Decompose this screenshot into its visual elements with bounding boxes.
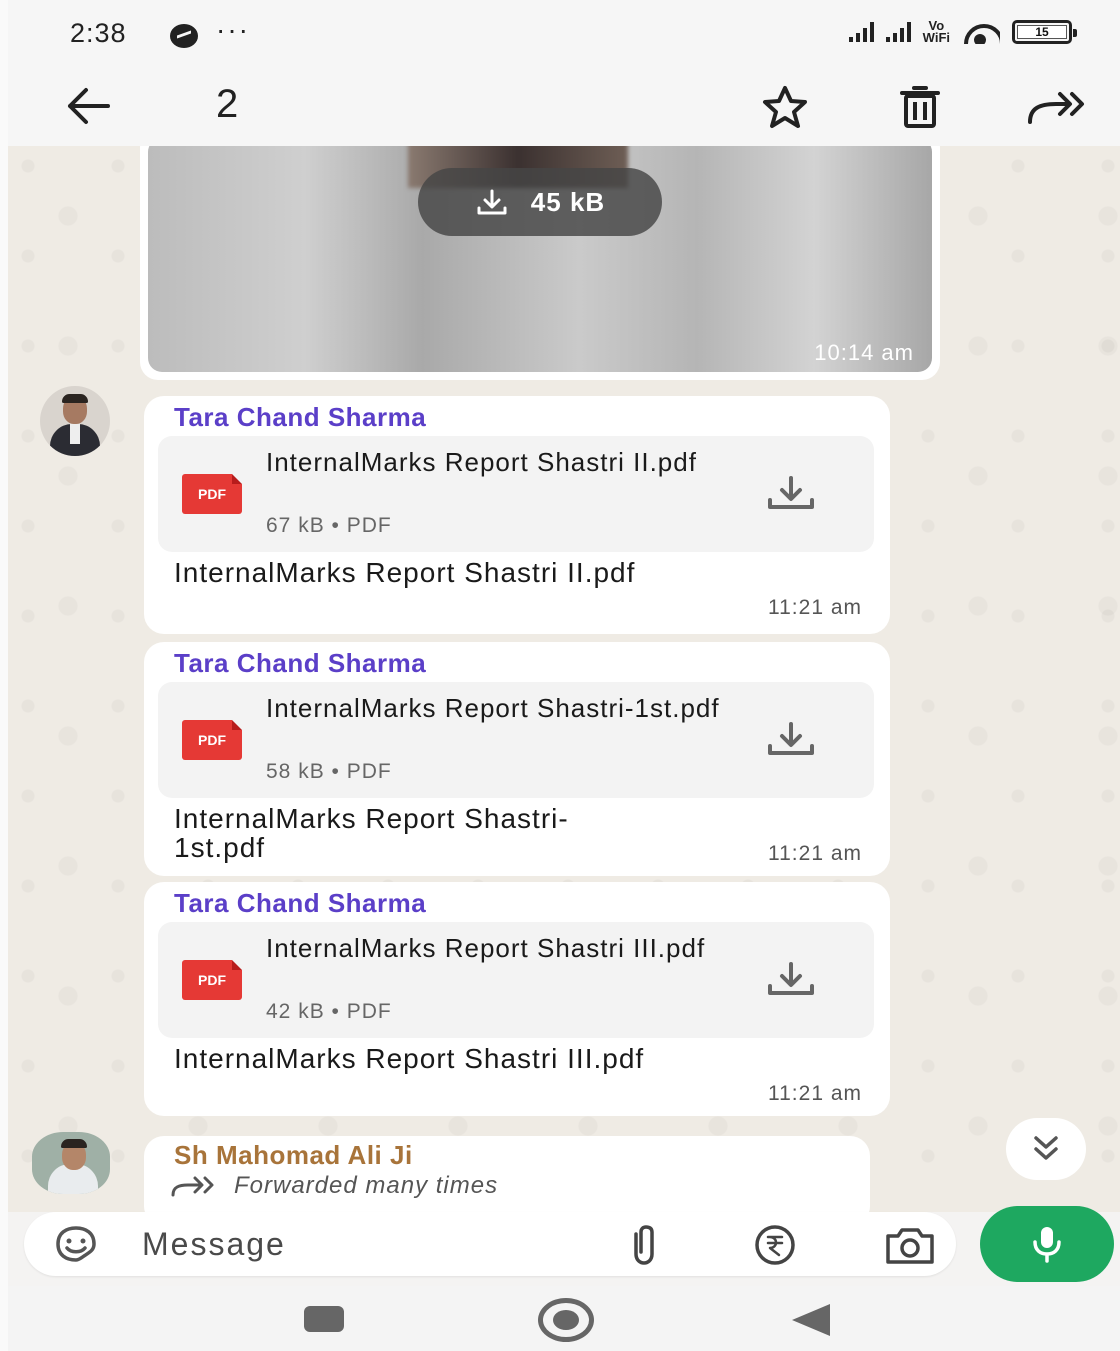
vowifi-label: Vo WiFi: [922, 18, 950, 45]
document-message[interactable]: Tara Chand Sharma PDF InternalMarks Repo…: [144, 396, 890, 634]
system-back-button[interactable]: [792, 1304, 830, 1336]
sender-name[interactable]: Tara Chand Sharma: [174, 402, 426, 433]
download-media-button[interactable]: 45 kB: [418, 168, 662, 236]
message-time: 11:21 am: [768, 1082, 862, 1105]
document-card[interactable]: PDF InternalMarks Report Shastri-1st.pdf…: [158, 682, 874, 798]
download-icon[interactable]: [764, 474, 818, 514]
forwarded-tag: Forwarded many times: [170, 1172, 498, 1200]
document-file-name: InternalMarks Report Shastri II.pdf: [266, 447, 697, 477]
system-navigation-bar: [8, 1286, 1120, 1351]
message-input[interactable]: [142, 1218, 562, 1270]
signal-icon: [848, 22, 874, 42]
whatsapp-screen: 2:38 ··· Vo WiFi 15 2 45 kB 10:14 am Tar…: [8, 0, 1120, 1351]
signal-icon: [885, 22, 911, 42]
pdf-file-icon: PDF: [182, 474, 242, 514]
document-message[interactable]: Tara Chand Sharma PDF InternalMarks Repo…: [144, 882, 890, 1116]
star-icon[interactable]: [760, 84, 810, 130]
selection-action-bar: 2: [8, 70, 1120, 146]
message-caption: InternalMarks Report Shastri III.pdf: [174, 1043, 645, 1074]
document-card[interactable]: PDF InternalMarks Report Shastri II.pdf …: [158, 436, 874, 552]
document-file-name: InternalMarks Report Shastri-1st.pdf: [266, 693, 720, 723]
sender-name[interactable]: Sh Mahomad Ali Ji: [174, 1140, 413, 1171]
download-icon[interactable]: [764, 960, 818, 1000]
document-message[interactable]: Tara Chand Sharma PDF InternalMarks Repo…: [144, 642, 890, 876]
messenger-notification-icon: [170, 24, 198, 48]
payment-rupee-icon[interactable]: [752, 1224, 798, 1266]
message-caption: InternalMarks Report Shastri II.pdf: [174, 557, 636, 588]
avatar-hair: [61, 1139, 87, 1148]
image-message[interactable]: 45 kB 10:14 am: [140, 146, 940, 380]
document-meta: 58 kB • PDF: [266, 760, 392, 783]
attachment-icon[interactable]: [624, 1224, 664, 1266]
delete-icon[interactable]: [898, 84, 942, 130]
recent-apps-button[interactable]: [304, 1306, 344, 1332]
document-card[interactable]: PDF InternalMarks Report Shastri III.pdf…: [158, 922, 874, 1038]
message-time: 11:21 am: [768, 596, 862, 619]
forwarded-icon: [171, 1176, 214, 1197]
home-button[interactable]: [538, 1298, 594, 1342]
document-meta: 42 kB • PDF: [266, 1000, 392, 1023]
message-time: 11:21 am: [768, 842, 862, 865]
message-time: 10:14 am: [814, 340, 914, 365]
chat-area[interactable]: 45 kB 10:14 am Tara Chand Sharma PDF Int…: [8, 146, 1120, 1212]
document-file-name: InternalMarks Report Shastri III.pdf: [266, 933, 706, 963]
avatar[interactable]: [40, 386, 110, 456]
camera-icon[interactable]: [884, 1224, 936, 1266]
microphone-icon: [1033, 1227, 1061, 1263]
more-notifications-indicator: ···: [216, 14, 250, 45]
wifi-icon: [962, 20, 1000, 44]
sender-name[interactable]: Tara Chand Sharma: [174, 648, 426, 679]
battery-level: 15: [1017, 25, 1067, 39]
status-bar: 2:38 ··· Vo WiFi 15: [8, 0, 1120, 70]
status-indicators: Vo WiFi 15: [848, 18, 1077, 45]
download-icon: [477, 189, 507, 215]
download-size: 45 kB: [530, 186, 606, 217]
avatar[interactable]: [32, 1132, 110, 1194]
voice-message-button[interactable]: [980, 1206, 1114, 1282]
download-icon[interactable]: [764, 720, 818, 760]
message-composer: [24, 1212, 956, 1276]
sender-name[interactable]: Tara Chand Sharma: [174, 888, 426, 919]
avatar-hair: [62, 394, 88, 403]
sticker-emoji-icon[interactable]: [54, 1224, 98, 1264]
scroll-to-bottom-button[interactable]: [1006, 1118, 1086, 1180]
back-arrow-icon[interactable]: [64, 84, 112, 128]
double-chevron-down-icon: [1034, 1136, 1058, 1160]
selected-count: 2: [216, 82, 239, 126]
forwarded-message[interactable]: Sh Mahomad Ali Ji Forwarded many times: [144, 1136, 870, 1212]
battery-icon: 15: [1012, 20, 1077, 44]
pdf-file-icon: PDF: [182, 960, 242, 1000]
forward-icon[interactable]: [1026, 84, 1086, 130]
document-meta: 67 kB • PDF: [266, 514, 392, 537]
pdf-file-icon: PDF: [182, 720, 242, 760]
status-time: 2:38: [70, 18, 127, 48]
avatar-shirt: [70, 424, 80, 444]
blurred-image-preview[interactable]: 45 kB 10:14 am: [148, 146, 932, 372]
forwarded-label: Forwarded many times: [234, 1172, 499, 1199]
message-caption: InternalMarks Report Shastri-1st.pdf: [174, 803, 569, 863]
